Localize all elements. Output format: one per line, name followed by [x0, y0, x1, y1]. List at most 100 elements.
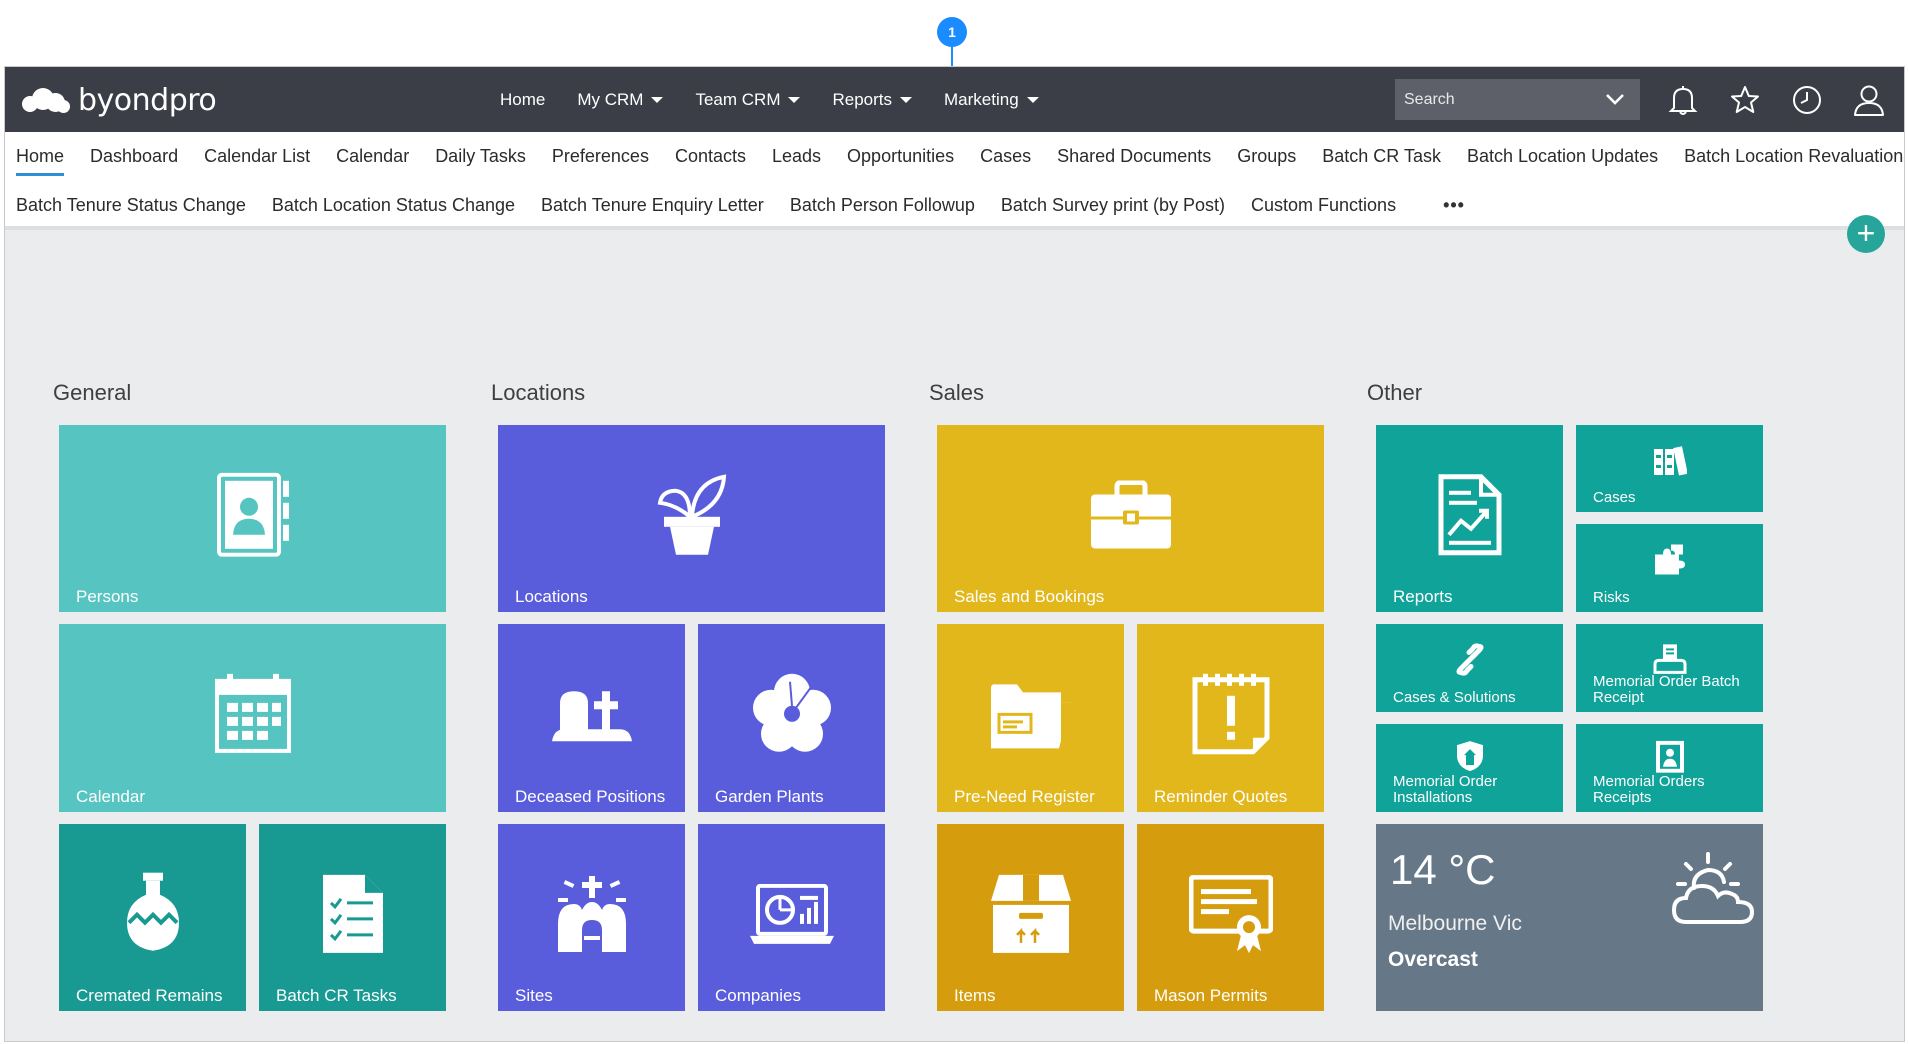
sub-nav-item-preferences[interactable]: Preferences — [552, 139, 649, 173]
briefcase-icon — [1090, 480, 1171, 548]
sub-nav-item-batch-tenure-enquiry-letter[interactable]: Batch Tenure Enquiry Letter — [541, 188, 764, 222]
tile-items[interactable]: Items — [937, 824, 1124, 1011]
flower-icon — [752, 673, 831, 752]
app-window: byondpro Home My CRM Team CRM Reports Ma… — [4, 66, 1905, 1042]
grave-icon — [551, 691, 632, 742]
tile-label: Reports — [1393, 587, 1453, 606]
tile-batch-cr-tasks[interactable]: Batch CR Tasks — [259, 824, 446, 1011]
tile-risks[interactable]: Risks — [1576, 524, 1763, 612]
sub-nav-item-batch-location-revaluation[interactable]: Batch Location Revaluation — [1684, 139, 1903, 173]
tile-reports[interactable]: Reports — [1376, 425, 1563, 612]
link-icon — [1456, 643, 1483, 676]
certificate-icon — [1188, 874, 1273, 953]
tile-memorial-order-batch-receipt[interactable]: Memorial Order Batch Receipt — [1576, 624, 1763, 712]
caret-down-icon — [1026, 96, 1039, 103]
tile-label: Pre-Need Register — [954, 787, 1095, 806]
sub-nav-item-calendar[interactable]: Calendar — [336, 139, 409, 173]
group-title-locations: Locations — [491, 380, 586, 405]
top-icons — [1665, 67, 1887, 132]
main-nav-label: My CRM — [577, 89, 644, 109]
tile-sales-and-bookings[interactable]: Sales and Bookings — [937, 425, 1324, 612]
sub-nav-item-daily-tasks[interactable]: Daily Tasks — [435, 139, 526, 173]
tile-mason-permits[interactable]: Mason Permits — [1137, 824, 1324, 1011]
receipt-hand-icon — [1653, 644, 1686, 674]
more-menu-icon[interactable]: ••• — [1443, 188, 1465, 222]
tile-deceased-positions[interactable]: Deceased Positions — [498, 624, 685, 812]
tile-memorial-orders-receipts[interactable]: Memorial Orders Receipts — [1576, 724, 1763, 812]
chevron-down-icon[interactable] — [1604, 89, 1626, 109]
sub-nav-item-calendar-list[interactable]: Calendar List — [204, 139, 310, 173]
partly-cloudy-icon — [1672, 852, 1754, 924]
tile-label: Mason Permits — [1154, 986, 1268, 1005]
folder-icon — [990, 684, 1071, 749]
logo-text: byondpro — [78, 82, 217, 118]
tile-label: Deceased Positions — [515, 787, 666, 806]
caret-down-icon — [651, 96, 664, 103]
sub-nav-item-opportunities[interactable]: Opportunities — [847, 139, 954, 173]
sub-nav-item-batch-person-followup[interactable]: Batch Person Followup — [790, 188, 975, 222]
sub-nav-item-contacts[interactable]: Contacts — [675, 139, 746, 173]
checklist-icon — [322, 874, 383, 953]
sub-nav: Home Dashboard Calendar List Calendar Da… — [5, 132, 1904, 230]
portrait-frame-icon — [1655, 740, 1684, 773]
tile-calendar[interactable]: Calendar — [59, 624, 446, 812]
sub-nav-item-batch-cr-task[interactable]: Batch CR Task — [1322, 139, 1441, 173]
weather-temperature: 14 °C — [1390, 846, 1496, 893]
tile-label: Batch CR Tasks — [276, 986, 397, 1005]
bell-icon[interactable] — [1665, 82, 1701, 118]
logo-icon — [20, 82, 76, 118]
sub-nav-item-shared-documents[interactable]: Shared Documents — [1057, 139, 1211, 173]
chapel-icon — [557, 875, 626, 952]
sub-nav-item-batch-location-updates[interactable]: Batch Location Updates — [1467, 139, 1658, 173]
main-nav-reports[interactable]: Reports — [832, 89, 913, 110]
sub-nav-item-home[interactable]: Home — [16, 139, 65, 176]
tile-reminder-quotes[interactable]: Reminder Quotes — [1137, 624, 1324, 812]
weather-condition: Overcast — [1388, 948, 1478, 971]
sub-nav-item-groups[interactable]: Groups — [1237, 139, 1296, 173]
tile-cremated-remains[interactable]: Cremated Remains — [59, 824, 246, 1011]
tile-persons[interactable]: Persons — [59, 425, 446, 612]
add-tile-button[interactable]: + — [1847, 215, 1885, 253]
main-nav-home[interactable]: Home — [500, 90, 545, 110]
tile-label: Calendar — [76, 787, 145, 806]
tile-garden-plants[interactable]: Garden Plants — [698, 624, 885, 812]
sub-nav-item-batch-tenure-status-change[interactable]: Batch Tenure Status Change — [16, 188, 246, 222]
user-icon[interactable] — [1851, 82, 1887, 118]
main-nav-marketing[interactable]: Marketing — [944, 90, 1039, 110]
tile-label: Persons — [76, 587, 139, 606]
tile-cases[interactable]: Cases — [1576, 425, 1763, 512]
sub-nav-item-batch-survey-print[interactable]: Batch Survey print (by Post) — [1001, 188, 1225, 222]
search-input[interactable]: Search — [1395, 79, 1640, 120]
sub-nav-row-1: Home Dashboard Calendar List Calendar Da… — [5, 139, 1904, 176]
main-nav-label: Marketing — [944, 89, 1019, 109]
main-nav-team-crm[interactable]: Team CRM — [695, 90, 801, 110]
sub-nav-item-dashboard[interactable]: Dashboard — [90, 139, 178, 173]
potted-plant-icon — [657, 473, 726, 555]
tile-sites[interactable]: Sites — [498, 824, 685, 1011]
tile-pre-need-register[interactable]: Pre-Need Register — [937, 624, 1124, 812]
tile-label: Risks — [1593, 589, 1630, 606]
tile-label: Cases & Solutions — [1393, 689, 1516, 706]
tile-companies[interactable]: Companies — [698, 824, 885, 1011]
sub-nav-item-leads[interactable]: Leads — [772, 139, 821, 173]
sub-nav-item-batch-location-status-change[interactable]: Batch Location Status Change — [272, 188, 515, 222]
group-title-sales: Sales — [929, 380, 985, 405]
sub-nav-item-custom-functions[interactable]: Custom Functions — [1251, 188, 1396, 222]
tile-locations[interactable]: Locations — [498, 425, 885, 612]
sub-nav-row-2: Batch Tenure Status Change Batch Locatio… — [5, 188, 1465, 222]
binders-icon — [1653, 445, 1687, 476]
tile-cases-and-solutions[interactable]: Cases & Solutions — [1376, 624, 1563, 712]
main-nav-label: Home — [500, 89, 546, 109]
tile-label: Cases — [1593, 489, 1636, 506]
clock-icon[interactable] — [1789, 82, 1825, 118]
star-icon[interactable] — [1727, 82, 1763, 118]
weather-widget[interactable]: 14 °C Melbourne Vic Overcast — [1376, 824, 1763, 1011]
puzzle-icon — [1654, 544, 1685, 575]
app-logo[interactable]: byondpro — [20, 82, 217, 118]
sub-nav-item-cases[interactable]: Cases — [980, 139, 1031, 173]
group-title-general: General — [53, 380, 132, 405]
main-nav-label: Reports — [832, 89, 893, 109]
tile-memorial-order-installations[interactable]: Memorial Order Installations — [1376, 724, 1563, 812]
tile-label: Companies — [715, 986, 801, 1005]
main-nav-my-crm[interactable]: My CRM — [577, 89, 664, 110]
